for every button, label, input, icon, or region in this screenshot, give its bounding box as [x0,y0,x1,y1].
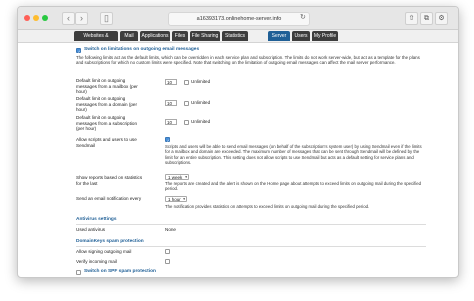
used-antivirus-label: Used antivirus [76,227,106,232]
sendmail-description: Scripts and users will be able to send e… [165,144,422,166]
domainkeys-heading: DomainKeys spam protection [76,239,144,244]
stats-period-value: 1 week [168,175,183,180]
tab-server[interactable]: Server [268,31,290,41]
share-icon[interactable]: ⇧ [405,12,418,25]
sign-outgoing-checkbox[interactable] [165,249,170,254]
stats-period-label: Show reports based on statistics for the… [76,175,143,186]
notification-label: Send an email notification every [76,196,142,201]
sidebar-icon[interactable]: ▯ [100,12,113,25]
chevron-down-icon: ▾ [183,197,185,201]
tab-users[interactable]: Users [292,31,310,41]
tab-mail[interactable]: Mail [120,31,138,41]
tab-files[interactable]: Files [172,31,188,41]
stats-period-select[interactable]: 1 week ▾ [165,174,189,180]
notification-interval-value: 1 hour [168,197,181,202]
close-window-button[interactable] [24,15,30,21]
back-arrow-icon[interactable]: ‹ [62,12,75,25]
stats-period-description: The reports are created and the alert is… [165,181,422,192]
settings-gear-icon[interactable]: ⚙ [435,12,448,25]
spf-checkbox[interactable] [76,270,81,275]
mailbox-limit-label: Default limit on outgoing messages from … [76,78,138,95]
notification-interval-select[interactable]: 1 hour ▾ [165,196,187,202]
mailbox-unlimited-checkbox[interactable] [184,79,189,85]
tab-applications[interactable]: Applications [140,31,170,41]
reload-icon[interactable]: ↻ [300,12,306,24]
subscription-unlimited-checkbox[interactable] [184,119,189,125]
mailbox-unlimited-label: Unlimited [191,79,211,84]
antivirus-divider [76,224,426,225]
forward-arrow-icon[interactable]: › [75,12,88,25]
tab-statistics[interactable]: Statistics [222,31,248,41]
browser-window: ‹ › ▯ a16393173.onlinehome-server.info ↻… [17,6,459,278]
main-tab-bar: Websites & Domains Mail Applications Fil… [18,30,458,49]
tabs-overview-icon[interactable]: ⧉ [420,12,433,25]
sendmail-label: Allow scripts and users to use Sendmail [76,137,137,148]
mailbox-limit-input[interactable]: 10 [165,79,177,85]
subscription-limit-label: Default limit on outgoing messages from … [76,115,138,132]
address-bar[interactable]: a16393173.onlinehome-server.info [168,12,310,26]
sign-outgoing-label: Allow signing outgoing mail [76,249,132,254]
sendmail-checkbox[interactable] [165,137,170,143]
switch-limitations-checkbox[interactable] [76,48,81,54]
chevron-down-icon: ▾ [185,175,187,179]
mail-settings-content: Switch on limitations on outgoing email … [18,43,458,277]
domain-unlimited-label: Unlimited [191,100,211,105]
tab-file-sharing[interactable]: File Sharing [190,31,220,41]
url-text: a16393173.onlinehome-server.info [196,16,282,22]
subscription-limit-input[interactable]: 10 [165,119,177,125]
used-antivirus-value: None [165,227,176,232]
tab-my-profile[interactable]: My Profile [312,31,338,41]
domainkeys-divider [76,246,426,247]
subscription-unlimited-label: Unlimited [191,119,211,124]
verify-incoming-checkbox[interactable] [165,259,170,264]
minimize-window-button[interactable] [33,15,39,21]
switch-limitations-label: Switch on limitations on outgoing email … [84,47,200,52]
verify-incoming-label: Verify incoming mail [76,259,117,264]
zoom-window-button[interactable] [42,15,48,21]
spf-label: Switch on SPF spam protection [84,269,156,274]
browser-titlebar: ‹ › ▯ a16393173.onlinehome-server.info ↻… [18,7,458,30]
antivirus-heading: Antivirus settings [76,217,117,222]
tab-websites-domains[interactable]: Websites & Domains [74,31,118,49]
notification-description: The notification provides statistics on … [165,204,370,209]
domain-unlimited-checkbox[interactable] [184,100,189,106]
domain-limit-label: Default limit on outgoing messages from … [76,96,138,113]
domain-limit-input[interactable]: 10 [165,100,177,106]
limits-intro-text: The following limits act as the default … [76,55,420,66]
